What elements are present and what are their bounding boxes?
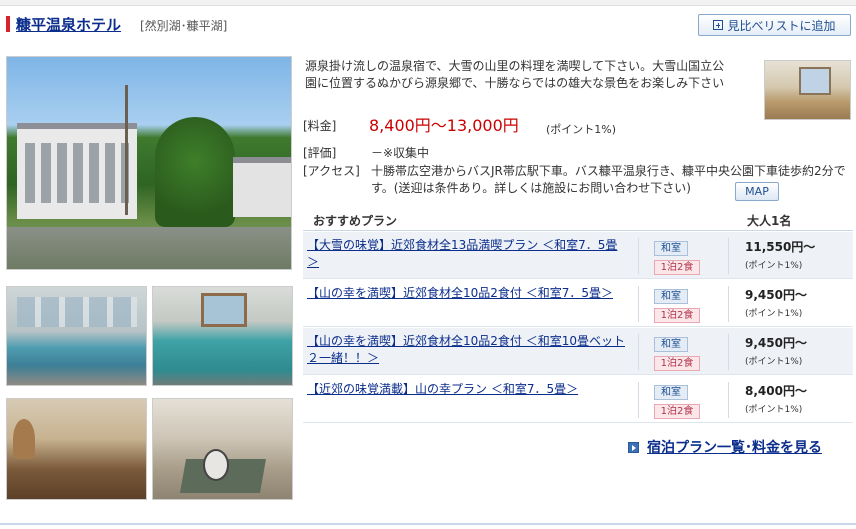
hotel-name-link[interactable]: 糠平温泉ホテル	[16, 14, 121, 35]
plan-price: 8,400円〜	[745, 384, 807, 398]
row-separator	[638, 238, 639, 274]
bath-photo-2[interactable]	[152, 286, 293, 386]
plan-name-link[interactable]: 【大雪の味覚】近郊食材全13品満喫プラン ＜和室7．5畳＞	[307, 237, 629, 271]
photo-pole	[125, 85, 128, 215]
hotel-description: 源泉掛け流しの温泉宿で、大雪の山里の料理を満喫して下さい。大雪山国立公園に位置す…	[305, 59, 725, 90]
hotel-area: [然別湖･糠平湖]	[140, 19, 228, 33]
lobby-photo[interactable]	[6, 398, 147, 500]
row-separator	[728, 286, 729, 322]
plan-price: 9,450円〜	[745, 336, 807, 350]
room-dog-photo[interactable]	[152, 398, 293, 500]
all-plans-link[interactable]: 宿泊プラン一覧･料金を見る	[628, 437, 822, 457]
room-type-badge: 和室	[654, 337, 688, 352]
plan-point: (ポイント1%)	[745, 261, 803, 271]
meal-badge: 1泊2食	[654, 356, 700, 371]
plan-name-link[interactable]: 【山の幸を満喫】近郊食材全10品2食付 ＜和室7．5畳＞	[307, 285, 629, 302]
photo-road	[7, 227, 291, 269]
plan-point: (ポイント1%)	[745, 309, 803, 319]
row-separator	[728, 334, 729, 370]
price-label: [料金]	[303, 119, 337, 133]
photo-building-annex	[233, 157, 291, 217]
all-plans-link-text: 宿泊プラン一覧･料金を見る	[647, 440, 822, 456]
access-label: [アクセス]	[303, 164, 360, 178]
room-type-badge: 和室	[654, 385, 688, 400]
plan-row: 【大雪の味覚】近郊食材全13品満喫プラン ＜和室7．5畳＞ 和室 1泊2食 11…	[303, 232, 853, 279]
access-value: 十勝帯広空港からバスJR帯広駅下車。バス糠平温泉行き、糠平中央公園下車徒歩約2分…	[371, 164, 846, 195]
room-type-badge: 和室	[654, 289, 688, 304]
price-point: (ポイント1%)	[546, 123, 617, 136]
plan-row: 【山の幸を満喫】近郊食材全10品2食付 ＜和室10畳ベット２一緒！！＞ 和室 1…	[303, 328, 853, 375]
rating-row: [評価] －※収集中	[303, 145, 703, 163]
listing-header: 糠平温泉ホテル [然別湖･糠平湖] 見比べリストに追加	[0, 10, 856, 44]
add-to-compare-button[interactable]: 見比べリストに追加	[698, 14, 851, 36]
plan-price: 9,450円〜	[745, 288, 807, 302]
plus-box-icon	[713, 20, 724, 30]
rating-value: －※収集中	[371, 146, 430, 160]
bottom-divider	[0, 523, 856, 525]
meal-badge: 1泊2食	[654, 404, 700, 419]
plan-name-link[interactable]: 【近郊の味覚満載】山の幸プラン ＜和室7．5畳＞	[307, 381, 629, 398]
plan-row: 【近郊の味覚満載】山の幸プラン ＜和室7．5畳＞ 和室 1泊2食 8,400円〜…	[303, 376, 853, 423]
plan-row: 【山の幸を満喫】近郊食材全10品2食付 ＜和室7．5畳＞ 和室 1泊2食 9,4…	[303, 280, 853, 327]
accent-bar	[6, 16, 10, 32]
plan-point: (ポイント1%)	[745, 405, 803, 415]
add-to-compare-label: 見比べリストに追加	[727, 18, 836, 33]
photo-tree	[155, 117, 235, 227]
row-separator	[638, 334, 639, 370]
plans-header-plan: おすすめプラン	[313, 214, 398, 228]
plan-price: 11,550円〜	[745, 240, 816, 254]
map-button[interactable]: MAP	[735, 182, 779, 201]
hotel-exterior-photo[interactable]	[6, 56, 292, 270]
row-separator	[728, 382, 729, 418]
top-divider	[0, 0, 856, 6]
meal-badge: 1泊2食	[654, 308, 700, 323]
room-type-badge: 和室	[654, 241, 688, 256]
photo-building-main	[17, 123, 137, 219]
room-thumbnail-photo[interactable]	[764, 60, 851, 120]
price-row: [料金] 8,400円〜13,000円 (ポイント1%)	[303, 116, 703, 140]
plan-point: (ポイント1%)	[745, 357, 803, 367]
hotel-listing-card: 糠平温泉ホテル [然別湖･糠平湖] 見比べリストに追加 源泉掛け流しの温泉宿で、…	[0, 0, 856, 529]
row-separator	[638, 382, 639, 418]
bath-photo-1[interactable]	[6, 286, 147, 386]
plans-header-price: 大人1名	[747, 214, 792, 228]
meal-badge: 1泊2食	[654, 260, 700, 275]
row-separator	[728, 238, 729, 274]
arrow-right-icon	[628, 441, 639, 453]
row-separator	[638, 286, 639, 322]
price-range: 8,400円〜13,000円	[369, 116, 519, 135]
plan-name-link[interactable]: 【山の幸を満喫】近郊食材全10品2食付 ＜和室10畳ベット２一緒！！＞	[307, 333, 629, 367]
rating-label: [評価]	[303, 146, 337, 160]
plans-header: おすすめプラン 大人1名	[303, 210, 853, 231]
